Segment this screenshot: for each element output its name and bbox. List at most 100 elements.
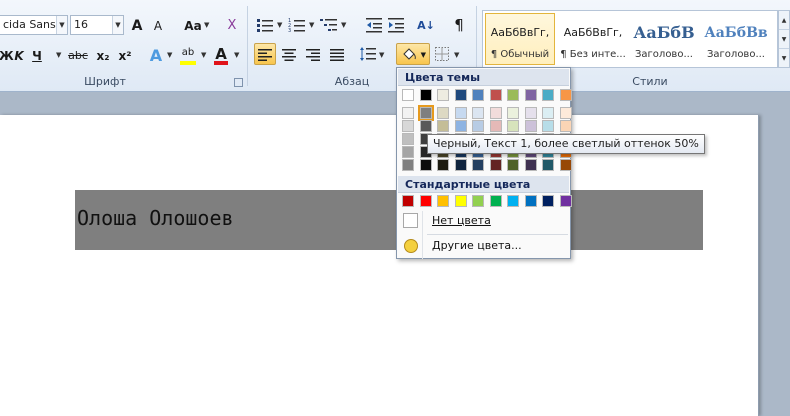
standard-color-swatch[interactable] [419,195,432,207]
theme-color-swatch[interactable] [437,159,449,171]
chevron-down-icon[interactable]: ▼ [341,14,346,36]
standard-color-swatch[interactable] [489,195,502,207]
theme-color-swatch[interactable] [489,107,502,119]
change-case-button[interactable]: Aa [182,14,204,36]
theme-color-swatch[interactable] [402,133,414,145]
theme-color-swatch[interactable] [524,107,537,119]
chevron-down-icon[interactable]: ▼ [277,14,282,36]
theme-color-swatch[interactable] [402,146,414,158]
font-size-combo[interactable]: 16 ▼ [70,15,124,35]
borders-icon[interactable] [435,47,449,61]
theme-color-swatch[interactable] [507,159,519,171]
standard-color-swatch[interactable] [437,195,449,207]
style-no-spacing[interactable]: АаБбВвГг, ¶ Без инте... [558,13,628,65]
no-color-item[interactable]: Нет цвета [398,210,569,232]
standard-color-swatch[interactable] [402,195,414,207]
chevron-down-icon[interactable]: ▼ [167,44,172,66]
theme-color-swatch[interactable] [472,107,484,119]
chevron-down-icon[interactable]: ▼ [56,16,67,34]
theme-color-swatch[interactable] [559,120,572,132]
align-center-button[interactable] [278,43,300,65]
shading-button[interactable]: ▼ [396,43,430,65]
styles-gallery-scroll[interactable]: ▲ ▼ ▼ [778,10,790,68]
clear-formatting-button[interactable]: X [222,14,242,36]
theme-color-swatch[interactable] [489,159,502,171]
theme-color-swatch[interactable] [507,120,519,132]
standard-color-swatch[interactable] [524,195,537,207]
chevron-down-icon[interactable]: ▼ [309,14,314,36]
style-heading-2[interactable]: АаБбВв Заголово... [701,13,771,65]
theme-color-swatch[interactable] [559,107,572,119]
font-family-combo[interactable]: cida Sans T ▼ [0,15,68,35]
decrease-indent-icon[interactable] [366,17,382,33]
theme-color-swatch[interactable] [472,120,484,132]
theme-color-swatch[interactable] [524,159,537,171]
chevron-down-icon[interactable]: ▼ [379,44,384,66]
theme-color-swatch[interactable] [454,159,467,171]
superscript-button[interactable]: x² [116,44,134,66]
theme-color-swatch[interactable] [472,159,484,171]
bold-button[interactable]: Ж [0,44,14,66]
strikethrough-button[interactable]: abc [66,44,90,66]
italic-button[interactable]: K [12,44,26,66]
theme-color-swatch[interactable] [437,107,449,119]
justify-button[interactable] [326,43,348,65]
theme-color-swatch[interactable] [454,107,467,119]
theme-color-swatch[interactable] [454,89,467,101]
chevron-down-icon[interactable]: ▼ [204,14,209,36]
chevron-down-icon[interactable]: ▼ [112,16,123,34]
increase-indent-icon[interactable] [388,17,404,33]
text-effects-button[interactable]: A [146,44,166,66]
more-styles-icon[interactable]: ▼ [779,49,789,68]
theme-color-swatch[interactable] [507,107,519,119]
subscript-button[interactable]: x₂ [94,44,112,66]
align-left-button[interactable] [254,43,276,65]
font-dialog-launcher[interactable] [234,78,243,87]
chevron-down-icon[interactable]: ▼ [234,44,239,66]
theme-color-swatch[interactable] [417,105,434,121]
underline-button[interactable]: Ч [30,44,44,66]
standard-color-swatch[interactable] [542,195,554,207]
document-page[interactable] [0,115,759,416]
theme-color-swatch[interactable] [489,120,502,132]
theme-color-swatch[interactable] [524,120,537,132]
show-marks-button[interactable]: ¶ [450,13,468,35]
theme-color-swatch[interactable] [419,89,432,101]
theme-color-swatch[interactable] [542,89,554,101]
theme-color-swatch[interactable] [542,120,554,132]
style-normal[interactable]: АаБбВвГг, ¶ Обычный [485,13,555,65]
theme-color-swatch[interactable] [542,159,554,171]
theme-color-swatch[interactable] [402,107,414,119]
theme-color-swatch[interactable] [419,159,432,171]
numbering-icon[interactable]: 1 2 3 [288,17,306,33]
theme-color-swatch[interactable] [437,89,449,101]
standard-color-swatch[interactable] [507,195,519,207]
theme-color-swatch[interactable] [437,120,449,132]
standard-color-swatch[interactable] [559,195,572,207]
chevron-down-icon[interactable]: ▼ [454,44,459,66]
align-right-button[interactable] [302,43,324,65]
theme-color-swatch[interactable] [402,159,414,171]
grow-font-button[interactable]: A [128,14,146,36]
theme-color-swatch[interactable] [402,120,414,132]
style-heading-1[interactable]: АаБбВ Заголово... [629,13,699,65]
standard-color-swatch[interactable] [454,195,467,207]
sort-button[interactable]: A↓ [416,14,436,36]
standard-color-swatch[interactable] [472,195,484,207]
multilevel-list-icon[interactable] [320,17,338,33]
more-colors-item[interactable]: Другие цвета... [398,235,569,257]
line-spacing-icon[interactable] [360,47,376,61]
scroll-down-icon[interactable]: ▼ [779,30,789,49]
bullets-icon[interactable] [256,17,274,33]
theme-color-swatch[interactable] [472,89,484,101]
theme-color-swatch[interactable] [542,107,554,119]
document-text[interactable]: Олоша Олошоев [77,206,234,230]
theme-color-swatch[interactable] [559,159,572,171]
theme-color-swatch[interactable] [559,89,572,101]
scroll-up-icon[interactable]: ▲ [779,11,789,30]
chevron-down-icon[interactable]: ▼ [56,44,61,66]
theme-color-swatch[interactable] [402,89,414,101]
theme-color-swatch[interactable] [507,89,519,101]
chevron-down-icon[interactable]: ▼ [421,44,426,66]
chevron-down-icon[interactable]: ▼ [201,44,206,66]
